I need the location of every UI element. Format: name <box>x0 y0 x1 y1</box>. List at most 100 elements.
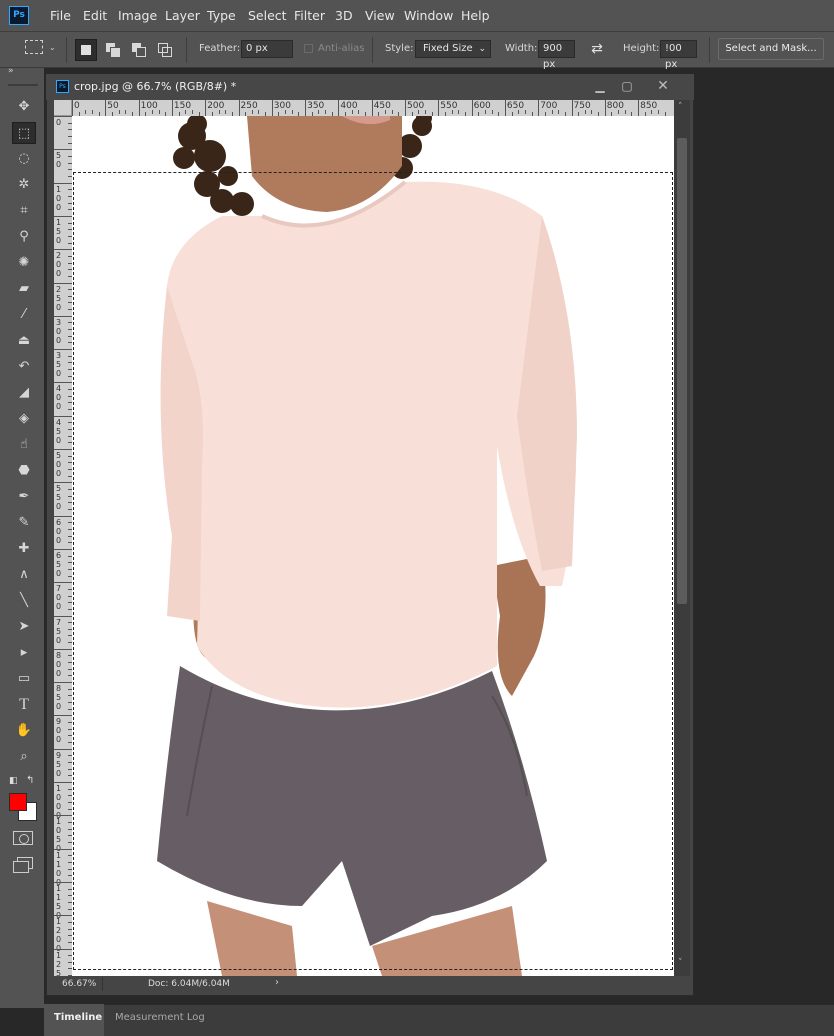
hand-icon[interactable]: ✋ <box>12 720 36 742</box>
ruler-label: 600 <box>473 101 491 111</box>
height-input[interactable]: !00 px <box>660 40 697 70</box>
menu-help[interactable]: Help <box>461 0 490 31</box>
sponge-icon[interactable]: ⬣ <box>12 460 36 482</box>
document-title: crop.jpg @ 66.7% (RGB/8#) * <box>74 80 237 93</box>
chevron-right-icon[interactable]: › <box>275 977 279 988</box>
photoshop-logo: Ps <box>9 6 29 25</box>
default-colors-icon[interactable]: ◧ <box>9 776 18 786</box>
close-icon[interactable]: ✕ <box>653 78 673 94</box>
menu-filter[interactable]: Filter <box>294 0 325 31</box>
path-select-icon[interactable]: ➤ <box>12 616 36 638</box>
ruler-tick <box>54 815 72 817</box>
brush-icon[interactable]: ⁄ <box>12 304 36 326</box>
ruler-label: 850 <box>56 684 62 712</box>
height-label: Height: <box>623 43 660 54</box>
maximize-icon[interactable]: ▢ <box>617 78 637 94</box>
menu-3d[interactable]: 3D <box>335 0 353 31</box>
band-aid-icon[interactable]: ▰ <box>12 278 36 300</box>
ruler-label: 350 <box>307 101 325 111</box>
vertical-ruler: 0 50 100 150 200 250 300 350 400 450 500 550 600 650 7… <box>54 116 72 987</box>
tab-measurement-log[interactable]: Measurement Log <box>115 1012 205 1023</box>
ruler-label: 750 <box>573 101 591 111</box>
zoom-level[interactable]: 66.67% <box>62 979 96 989</box>
magic-wand-icon[interactable]: ✲ <box>12 174 36 196</box>
screen-mode-icon[interactable] <box>13 857 35 873</box>
paint-bucket-icon[interactable]: ◈ <box>12 408 36 430</box>
direct-select-icon[interactable]: ▸ <box>12 642 36 664</box>
history-brush-icon[interactable]: ↶ <box>12 356 36 378</box>
width-input[interactable]: 900 px <box>538 40 575 70</box>
line-icon[interactable]: ╲ <box>12 590 36 612</box>
pen-icon[interactable]: ✒ <box>12 486 36 508</box>
ruler-label: 800 <box>56 650 62 678</box>
marquee-selection[interactable] <box>73 172 673 970</box>
rect-marquee-icon[interactable]: ⬚ <box>12 122 36 144</box>
tab-timeline[interactable]: Timeline <box>54 1012 102 1023</box>
ruler-label: 400 <box>340 101 358 111</box>
quick-mask-icon[interactable] <box>13 831 33 845</box>
add-selection-button[interactable] <box>102 39 124 61</box>
intersect-selection-button[interactable] <box>154 39 176 61</box>
chevron-down-icon: ⌄ <box>478 44 486 54</box>
rect-marquee-preset-icon[interactable] <box>25 40 43 54</box>
ruler-tick <box>54 482 72 484</box>
ruler-tick <box>54 315 72 317</box>
style-select[interactable]: Fixed Size ⌄ <box>415 40 491 58</box>
width-label: Width: <box>505 43 538 54</box>
lasso-icon[interactable]: ◌ <box>12 148 36 170</box>
antialias-checkbox[interactable] <box>304 44 313 53</box>
ruler-origin[interactable] <box>54 100 72 116</box>
swap-arrows-icon[interactable]: ⇄ <box>588 39 606 59</box>
eyedropper-icon[interactable]: ⚲ <box>12 226 36 248</box>
ruler-tick <box>54 948 72 950</box>
subtract-selection-button[interactable] <box>128 39 150 61</box>
ruler-label: 150 <box>173 101 192 111</box>
new-selection-button[interactable] <box>75 39 97 61</box>
ruler-tick <box>638 100 640 116</box>
convert-point-icon[interactable]: ∧ <box>12 564 36 586</box>
eraser-icon[interactable]: ◢ <box>12 382 36 404</box>
ruler-label: 900 <box>56 717 62 745</box>
collapse-chevrons-icon[interactable]: » <box>8 66 14 76</box>
move-icon[interactable]: ✥ <box>12 96 36 118</box>
scroll-down-arrow-icon[interactable]: ˅ <box>678 958 683 968</box>
feather-input[interactable]: 0 px <box>241 40 293 58</box>
swap-colors-icon[interactable]: ↰ <box>26 775 34 786</box>
chevron-down-icon[interactable]: ⌄ <box>49 43 56 52</box>
ruler-tick <box>54 282 72 284</box>
minimize-icon[interactable]: ▁ <box>590 78 610 94</box>
smudge-icon[interactable]: ☝ <box>12 434 36 456</box>
menu-type[interactable]: Type <box>207 0 236 31</box>
feather-label: Feather: <box>199 43 241 54</box>
new-selection-icon <box>81 45 91 55</box>
menu-view[interactable]: View <box>365 0 395 31</box>
menu-window[interactable]: Window <box>404 0 453 31</box>
type-icon[interactable]: T <box>12 694 36 716</box>
foreground-color-swatch[interactable] <box>9 793 27 811</box>
ruler-label: 450 <box>56 417 62 445</box>
scroll-up-arrow-icon[interactable]: ˄ <box>678 102 683 112</box>
rectangle-icon[interactable]: ▭ <box>12 668 36 690</box>
ruler-tick <box>571 100 573 116</box>
zoom-icon[interactable]: ⌕ <box>12 746 36 768</box>
ruler-tick <box>54 582 72 584</box>
ruler-label: 550 <box>440 101 458 111</box>
ruler-tick <box>504 100 506 116</box>
spot-heal-icon[interactable]: ✺ <box>12 252 36 274</box>
scrollbar-thumb[interactable] <box>677 138 687 604</box>
add-anchor-icon[interactable]: ✚ <box>12 538 36 560</box>
stamp-icon[interactable]: ⏏ <box>12 330 36 352</box>
menu-image[interactable]: Image <box>118 0 157 31</box>
freeform-pen-icon[interactable]: ✎ <box>12 512 36 534</box>
menu-file[interactable]: File <box>50 0 71 31</box>
menu-layer[interactable]: Layer <box>165 0 200 31</box>
ruler-tick <box>105 100 107 116</box>
crop-icon[interactable]: ⌗ <box>12 200 36 222</box>
ruler-tick <box>471 100 473 116</box>
ruler-label: 650 <box>56 550 62 578</box>
ruler-label: 100 <box>140 101 158 111</box>
menu-edit[interactable]: Edit <box>83 0 107 31</box>
menu-select[interactable]: Select <box>248 0 287 31</box>
select-and-mask-button[interactable]: Select and Mask... <box>718 38 824 60</box>
ruler-tick <box>54 415 72 417</box>
